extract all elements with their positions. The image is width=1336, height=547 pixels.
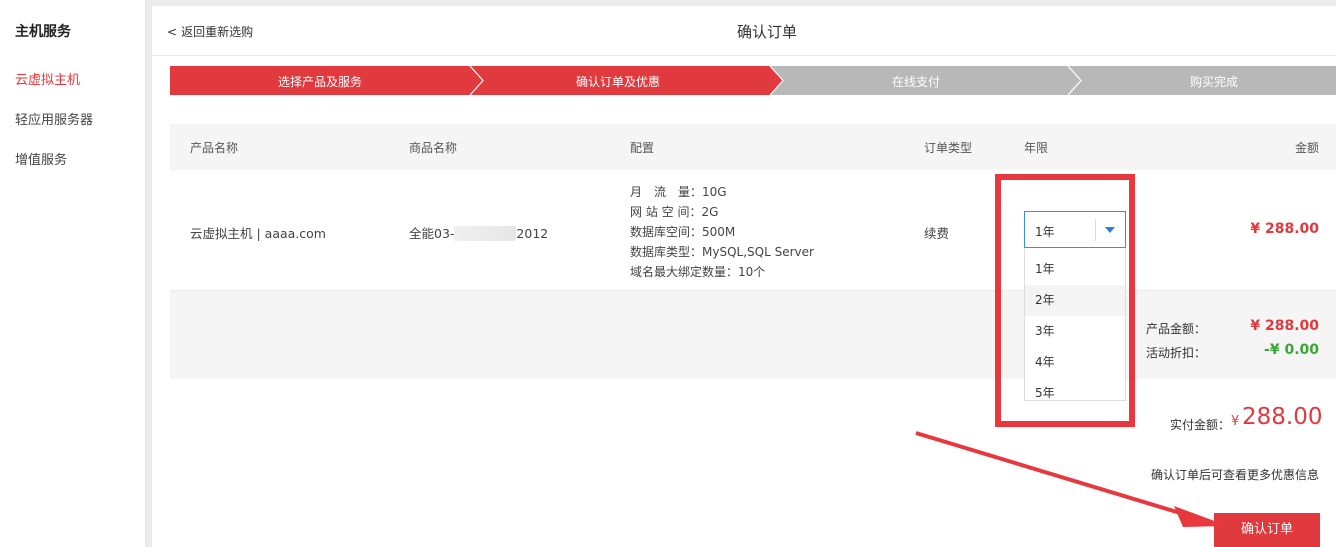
final-amount: 288.00 bbox=[1242, 404, 1323, 430]
main-panel: < 返回重新选购 确认订单 选择产品及服务 确认订单及优惠 在线支付 购买完成 产… bbox=[152, 6, 1336, 547]
page-title: 确认订单 bbox=[737, 23, 798, 41]
top-bar: < 返回重新选购 确认订单 bbox=[152, 6, 1336, 56]
header-config: 配置 bbox=[630, 141, 655, 155]
summary-panel: 产品金额： ¥ 288.00 活动折扣： -¥ 0.00 bbox=[170, 291, 1336, 379]
table-header: 产品名称 商品名称 配置 订单类型 年限 金额 bbox=[170, 124, 1336, 170]
header-goods-name: 商品名称 bbox=[409, 141, 458, 155]
discount-amount: -¥ 0.00 bbox=[1264, 342, 1319, 358]
config-line: 网 站 空 间：2G bbox=[630, 203, 718, 220]
cell-product-name: 云虚拟主机 | aaaa.com bbox=[190, 226, 326, 241]
sidebar: 主机服务 云虚拟主机 轻应用服务器 增值服务 bbox=[0, 0, 146, 547]
config-label: 数据库类型： bbox=[630, 245, 703, 259]
config-line: 月 流 量：10G bbox=[630, 183, 727, 200]
config-value: 500M bbox=[702, 225, 736, 239]
confirm-order-button[interactable]: 确认订单 bbox=[1214, 513, 1320, 547]
header-order-type: 订单类型 bbox=[924, 141, 973, 155]
config-label: 月 流 量： bbox=[630, 185, 703, 199]
config-line: 数据库空间：500M bbox=[630, 223, 735, 240]
config-value: MySQL,SQL Server bbox=[702, 245, 814, 259]
goods-name-prefix: 全能03- bbox=[409, 226, 455, 241]
step-label-2: 确认订单及优惠 bbox=[575, 75, 660, 89]
product-amount: ¥ 288.00 bbox=[1250, 318, 1319, 334]
cell-goods-name: 全能03-x2012 bbox=[409, 223, 548, 242]
redacted-block: x bbox=[454, 226, 517, 241]
cell-amount: ¥ 288.00 bbox=[1250, 221, 1319, 237]
step-label-1: 选择产品及服务 bbox=[277, 75, 362, 89]
final-amount-label: 实付金额： bbox=[1170, 418, 1231, 432]
config-line: 数据库类型：MySQL,SQL Server bbox=[630, 243, 814, 260]
back-link-label: 返回重新选购 bbox=[181, 25, 254, 39]
step-label-4: 购买完成 bbox=[1189, 75, 1238, 89]
table-row: 云虚拟主机 | aaaa.com 全能03-x2012 月 流 量：10G 网 … bbox=[170, 170, 1336, 291]
annotation-highlight-box bbox=[995, 174, 1135, 427]
config-value: 10G bbox=[702, 185, 727, 199]
config-line: 域名最大绑定数量：10个 bbox=[630, 263, 765, 280]
sidebar-item-cloud-host[interactable]: 云虚拟主机 bbox=[15, 69, 80, 88]
sidebar-title: 主机服务 bbox=[15, 24, 71, 40]
step-progress: 选择产品及服务 确认订单及优惠 在线支付 购买完成 bbox=[170, 66, 1336, 95]
product-amount-label: 产品金额： bbox=[1146, 322, 1207, 336]
config-label: 域名最大绑定数量： bbox=[630, 265, 739, 279]
promo-note: 确认订单后可查看更多优惠信息 bbox=[1150, 468, 1319, 482]
config-label: 数据库空间： bbox=[630, 225, 703, 239]
config-value: 2G bbox=[701, 205, 719, 219]
header-amount: 金额 bbox=[1294, 141, 1319, 155]
config-value: 10个 bbox=[738, 265, 766, 279]
cell-order-type: 续费 bbox=[924, 226, 950, 241]
header-product-name: 产品名称 bbox=[190, 141, 239, 155]
step-label-3: 在线支付 bbox=[891, 75, 940, 89]
discount-label: 活动折扣： bbox=[1146, 346, 1207, 360]
config-label: 网 站 空 间： bbox=[630, 205, 702, 219]
back-link[interactable]: < 返回重新选购 bbox=[167, 23, 253, 40]
chevron-left-icon: < bbox=[167, 25, 178, 39]
sidebar-item-value-added[interactable]: 增值服务 bbox=[15, 149, 67, 168]
header-term: 年限 bbox=[1024, 141, 1049, 155]
goods-name-suffix: 2012 bbox=[516, 226, 549, 241]
final-currency: ¥ bbox=[1231, 414, 1240, 429]
sidebar-item-light-server[interactable]: 轻应用服务器 bbox=[15, 109, 93, 128]
